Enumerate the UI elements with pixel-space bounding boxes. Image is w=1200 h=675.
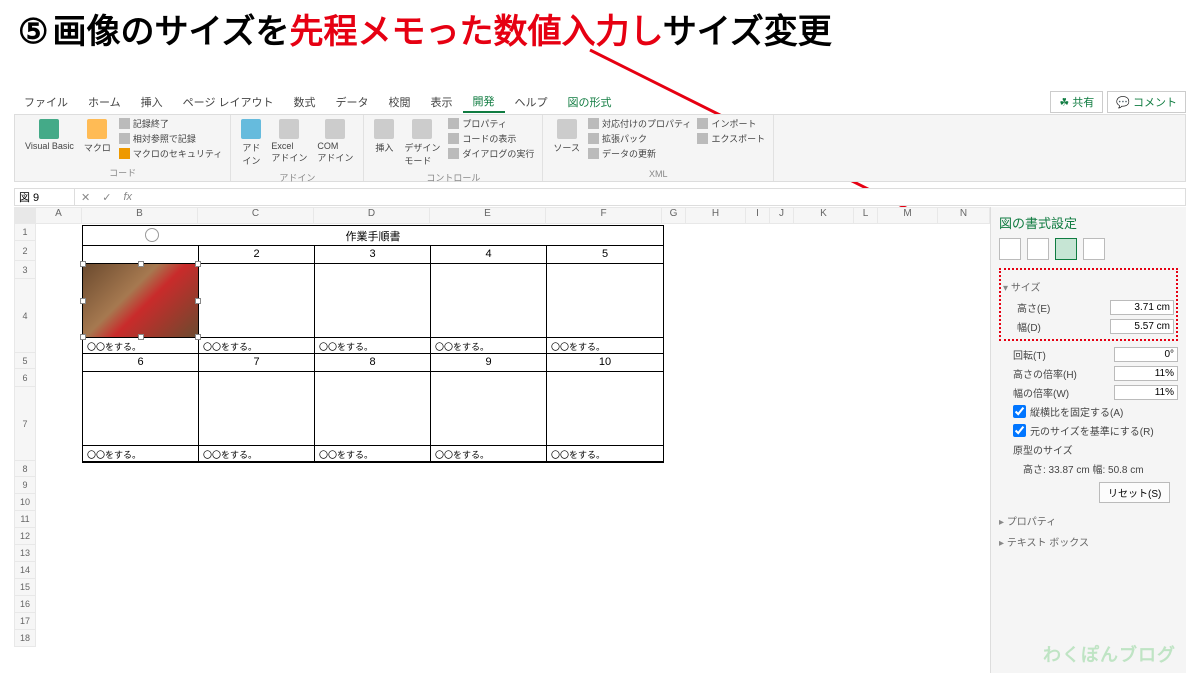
cancel-icon[interactable]: ✕ xyxy=(75,191,96,204)
width-scale-label: 幅の倍率(W) xyxy=(1013,385,1069,400)
tab-file[interactable]: ファイル xyxy=(14,92,78,112)
height-input[interactable] xyxy=(1110,300,1174,315)
ribbon-tabs: ファイル ホーム 挿入 ページ レイアウト 数式 データ 校閲 表示 開発 ヘル… xyxy=(14,92,1186,112)
tab-formula[interactable]: 数式 xyxy=(284,92,326,112)
group-label-addin: アドイン xyxy=(279,169,315,186)
tab-insert[interactable]: 挿入 xyxy=(131,92,173,112)
group-label-xml: XML xyxy=(649,167,668,181)
properties-button[interactable]: プロパティ xyxy=(448,117,534,130)
picture-icon[interactable] xyxy=(1083,238,1105,260)
original-size-value: 高さ: 33.87 cm 幅: 50.8 cm xyxy=(999,459,1178,478)
insert-control-button[interactable]: 挿入 xyxy=(372,117,396,156)
share-button[interactable]: ☘ 共有 xyxy=(1050,91,1103,113)
instruction-text: ⑤画像のサイズを先程メモった数値入力しサイズ変更 xyxy=(18,4,832,53)
section-properties[interactable]: プロパティ xyxy=(999,513,1178,528)
lock-aspect-checkbox[interactable] xyxy=(1013,405,1026,418)
rotate-handle-icon[interactable] xyxy=(145,228,159,242)
tab-developer[interactable]: 開発 xyxy=(463,91,505,113)
tab-help[interactable]: ヘルプ xyxy=(505,92,558,112)
fx-icon[interactable]: fx xyxy=(117,191,138,203)
tab-picture-format[interactable]: 図の形式 xyxy=(558,92,622,112)
original-size-label: 原型のサイズ xyxy=(999,440,1178,459)
table-title: 作業手順書 xyxy=(83,226,663,246)
tab-review[interactable]: 校閲 xyxy=(379,92,421,112)
size-properties-icon[interactable] xyxy=(1055,238,1077,260)
group-label-code: コード xyxy=(109,164,136,181)
tab-home[interactable]: ホーム xyxy=(78,92,131,112)
tab-view[interactable]: 表示 xyxy=(421,92,463,112)
expansion-pack-button[interactable]: 拡張パック xyxy=(588,132,691,145)
import-button[interactable]: インポート xyxy=(697,117,765,130)
excel-addin-button[interactable]: Excel アドイン xyxy=(269,117,309,166)
macro-security-button[interactable]: マクロのセキュリティ xyxy=(119,147,222,160)
size-highlight-box: サイズ 高さ(E) 幅(D) xyxy=(999,268,1178,341)
relative-original-checkbox[interactable] xyxy=(1013,424,1026,437)
design-mode-button[interactable]: デザイン モード xyxy=(402,117,442,169)
record-end-button[interactable]: 記録終了 xyxy=(119,117,222,130)
watermark: わくぽんブログ xyxy=(1043,641,1176,667)
fill-line-icon[interactable] xyxy=(999,238,1021,260)
name-box[interactable]: 図 9 xyxy=(15,188,75,206)
group-label-control: コントロール xyxy=(426,169,480,186)
tab-data[interactable]: データ xyxy=(326,92,379,112)
section-size[interactable]: サイズ xyxy=(1003,279,1174,294)
view-code-button[interactable]: コードの表示 xyxy=(448,132,534,145)
refresh-data-button[interactable]: データの更新 xyxy=(588,147,691,160)
width-scale-input[interactable] xyxy=(1114,385,1178,400)
selected-image[interactable] xyxy=(83,264,199,338)
width-input[interactable] xyxy=(1110,319,1174,334)
visual-basic-button[interactable]: Visual Basic xyxy=(23,117,76,153)
run-dialog-button[interactable]: ダイアログの実行 xyxy=(448,147,534,160)
com-addin-button[interactable]: COM アドイン xyxy=(315,117,355,166)
rotation-label: 回転(T) xyxy=(1013,347,1046,362)
column-headers[interactable]: ABCDEFGHIJKLMN xyxy=(14,207,990,224)
relative-ref-button[interactable]: 相対参照で記録 xyxy=(119,132,222,145)
reset-button[interactable]: リセット(S) xyxy=(1099,482,1170,503)
rotation-input[interactable] xyxy=(1114,347,1178,362)
addin-button[interactable]: アド イン xyxy=(239,117,263,169)
height-scale-input[interactable] xyxy=(1114,366,1178,381)
formula-bar: 図 9 ✕ ✓ fx xyxy=(14,188,1186,206)
section-textbox[interactable]: テキスト ボックス xyxy=(999,534,1178,549)
row-headers[interactable]: 123456789101112131415161718 xyxy=(14,224,36,647)
source-button[interactable]: ソース xyxy=(551,117,582,156)
macro-button[interactable]: マクロ xyxy=(82,117,113,156)
worksheet-table: 作業手順書 2345 〇〇をする。〇〇をする。〇〇をする。〇〇をする。〇〇をする… xyxy=(82,225,664,463)
effects-icon[interactable] xyxy=(1027,238,1049,260)
export-button[interactable]: エクスポート xyxy=(697,132,765,145)
format-picture-panel: 図の書式設定 サイズ 高さ(E) 幅(D) 回転(T) 高さの倍率(H) 幅の倍… xyxy=(990,207,1186,673)
height-label: 高さ(E) xyxy=(1017,300,1050,315)
enter-icon[interactable]: ✓ xyxy=(96,191,117,204)
map-properties-button[interactable]: 対応付けのプロパティ xyxy=(588,117,691,130)
comment-button[interactable]: 💬 コメント xyxy=(1107,91,1186,113)
ribbon: Visual Basic マクロ 記録終了 相対参照で記録 マクロのセキュリティ… xyxy=(14,114,1186,182)
tab-layout[interactable]: ページ レイアウト xyxy=(173,92,284,112)
height-scale-label: 高さの倍率(H) xyxy=(1013,366,1077,381)
width-label: 幅(D) xyxy=(1017,319,1041,334)
step-number: ⑤ xyxy=(18,13,48,51)
panel-title: 図の書式設定 xyxy=(999,213,1178,232)
